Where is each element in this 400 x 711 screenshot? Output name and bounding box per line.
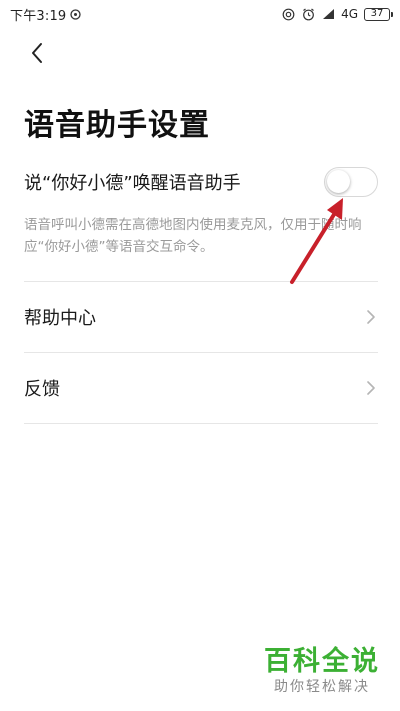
network-type: 4G bbox=[341, 7, 358, 21]
chevron-right-icon bbox=[364, 308, 378, 326]
feedback-label: 反馈 bbox=[24, 379, 60, 400]
wake-word-row: 说“你好小德”唤醒语音助手 bbox=[24, 166, 378, 198]
divider bbox=[24, 423, 378, 424]
page-title: 语音助手设置 bbox=[24, 108, 210, 143]
status-bar: 下午3:19 4G 37 bbox=[0, 0, 400, 28]
watermark-subtitle: 助你轻松解决 bbox=[274, 679, 370, 695]
chevron-left-icon bbox=[32, 43, 42, 63]
back-button[interactable] bbox=[22, 38, 52, 68]
wake-word-label: 说“你好小德”唤醒语音助手 bbox=[24, 173, 241, 194]
status-time: 下午3:19 bbox=[10, 8, 67, 24]
battery-level: 37 bbox=[370, 8, 384, 19]
hotspot-icon bbox=[281, 7, 295, 21]
wake-word-description: 语音呼叫小德需在高德地图内使用麦克风，仅用于随时响应“你好小德”等语音交互命令。 bbox=[24, 217, 362, 255]
toggle-knob bbox=[327, 170, 350, 193]
watermark-title: 百科全说 bbox=[264, 646, 380, 677]
battery-icon: 37 bbox=[364, 7, 393, 21]
notification-icon bbox=[68, 7, 82, 21]
wake-word-toggle[interactable] bbox=[324, 167, 378, 197]
feedback-row[interactable]: 反馈 bbox=[24, 353, 378, 423]
status-left: 下午3:19 bbox=[10, 5, 82, 24]
help-center-label: 帮助中心 bbox=[24, 308, 96, 329]
signal-icon bbox=[321, 7, 335, 21]
status-right: 4G 37 bbox=[281, 7, 393, 21]
chevron-right-icon bbox=[364, 379, 378, 397]
watermark: 百科全说 助你轻松解决 bbox=[262, 647, 382, 697]
help-center-row[interactable]: 帮助中心 bbox=[24, 282, 378, 352]
alarm-icon bbox=[301, 7, 315, 21]
